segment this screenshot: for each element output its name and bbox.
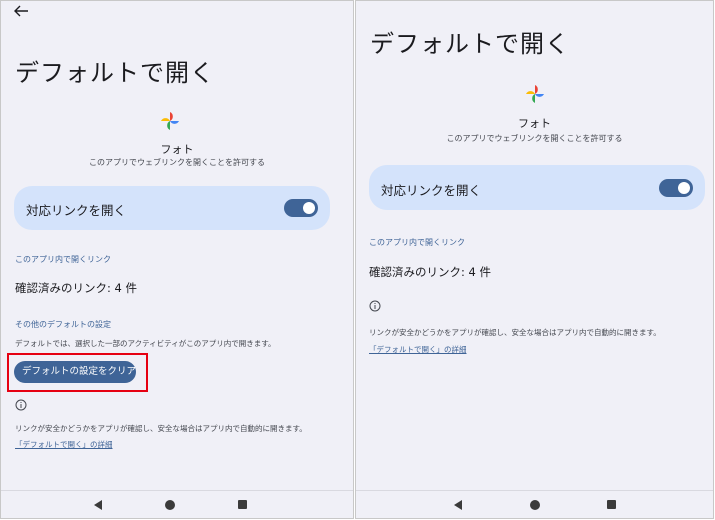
app-description: このアプリでウェブリンクを開くことを許可する: [89, 158, 265, 167]
in-app-links-section-label: このアプリ内で開くリンク: [369, 238, 465, 247]
learn-more-link[interactable]: 「デフォルトで開く」の詳細: [15, 439, 113, 450]
app-description: このアプリでウェブリンクを開くことを許可する: [446, 134, 623, 143]
open-links-label: 対応リンクを開く: [26, 203, 127, 218]
app-name: フォト: [518, 117, 551, 130]
info-text: リンクが安全かどうかをアプリが確認し、安全な場合はアプリ内で自動的に開きます。: [369, 328, 661, 337]
info-text: リンクが安全かどうかをアプリが確認し、安全な場合はアプリ内で自動的に開きます。: [15, 424, 307, 433]
nav-recents-icon[interactable]: [607, 500, 616, 509]
other-defaults-description: デフォルトでは、選択した一部のアクティビティがこのアプリ内で開きます。: [15, 339, 276, 348]
other-defaults-section-label: その他のデフォルトの設定: [15, 320, 111, 329]
google-photos-icon: [161, 112, 179, 130]
app-name: フォト: [160, 143, 194, 156]
toggle-knob: [303, 202, 315, 214]
nav-back-icon[interactable]: [93, 500, 103, 510]
right-screen: デフォルトで開く フォト このアプリでウェブリンクを開くことを許可する 対応リン…: [355, 0, 714, 519]
google-photos-icon: [526, 85, 544, 103]
left-screen: デフォルトで開く フォト このアプリでウェブリンクを開くことを許可する 対応リン…: [0, 0, 354, 519]
open-links-toggle[interactable]: [659, 179, 693, 197]
page-title: デフォルトで開く: [370, 30, 570, 58]
verified-links[interactable]: 確認済みのリンク: 4 件: [369, 264, 491, 280]
info-icon: [369, 300, 381, 312]
open-supported-links-card[interactable]: 対応リンクを開く: [369, 165, 705, 210]
nav-back-icon[interactable]: [453, 500, 463, 510]
info-icon: [15, 399, 27, 411]
page-title: デフォルトで開く: [15, 59, 215, 87]
open-links-toggle[interactable]: [284, 199, 318, 217]
nav-home-icon[interactable]: [165, 500, 175, 510]
toggle-knob: [678, 182, 690, 194]
back-arrow-icon[interactable]: [11, 3, 31, 19]
open-supported-links-card[interactable]: 対応リンクを開く: [14, 186, 330, 230]
in-app-links-section-label: このアプリ内で開くリンク: [15, 255, 111, 264]
clear-defaults-button[interactable]: デフォルトの設定をクリア: [14, 361, 136, 383]
nav-recents-icon[interactable]: [238, 500, 247, 509]
nav-home-icon[interactable]: [530, 500, 540, 510]
learn-more-link[interactable]: 「デフォルトで開く」の詳細: [369, 344, 467, 355]
open-links-label: 対応リンクを開く: [381, 183, 482, 198]
verified-links[interactable]: 確認済みのリンク: 4 件: [15, 280, 137, 296]
navigation-bar: [1, 490, 353, 518]
navigation-bar: [356, 490, 713, 518]
